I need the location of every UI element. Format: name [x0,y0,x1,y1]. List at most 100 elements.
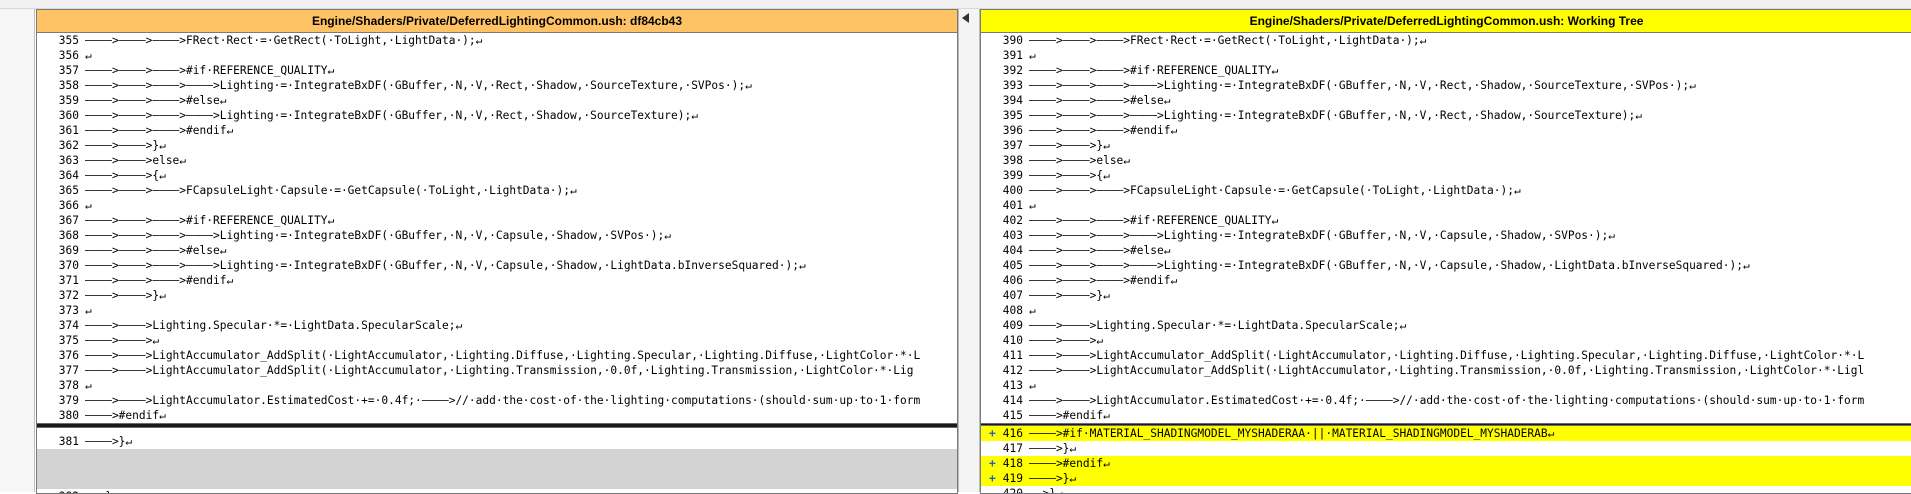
code-line[interactable]: 377 ————>————>LightAccumulator_AddSplit(·… [37,363,957,378]
code-line[interactable]: 373 ↵ [37,303,957,318]
code-line[interactable]: 400 ————>————>————>FCapsuleLight·Capsule·… [981,183,1911,198]
code-line[interactable]: 359 ————>————>————>#else↵ [37,93,957,108]
code-line[interactable]: 360 ————>————>————>————>Lighting·=·Integr… [37,108,957,123]
line-number-cell: 411 [981,348,1029,363]
code-text: ————>————>}↵ [1029,139,1110,152]
code-line[interactable]: 380 ————>#endif↵ [37,408,957,423]
code-text: ————>#endif↵ [1029,409,1110,422]
code-text: ————>#endif↵ [1029,457,1110,470]
code-line[interactable]: 391 ↵ [981,48,1911,63]
line-number-cell: 408 [981,303,1029,318]
line-number-cell: 360 [37,108,85,123]
code-line[interactable]: 405 ————>————>————>————>Lighting·=·Integr… [981,258,1911,273]
line-number: 396 [1002,124,1023,137]
center-scroll-strip[interactable] [958,9,980,492]
code-text: ————>————>————>————>Lighting·=·Integrate… [85,229,671,242]
code-line[interactable]: 363 ————>————>else↵ [37,153,957,168]
code-line[interactable]: 398 ————>————>else↵ [981,153,1911,168]
chevron-left-icon[interactable] [962,13,969,23]
line-number: 405 [1002,259,1023,272]
code-text: ————>————>{↵ [1029,169,1110,182]
line-number: 377 [58,364,79,377]
code-line[interactable]: 365 ————>————>————>FCapsuleLight·Capsule·… [37,183,957,198]
code-line[interactable]: 402 ————>————>————>#if·REFERENCE_QUALITY↵ [981,213,1911,228]
code-line[interactable]: 374 ————>————>Lighting.Specular·*=·LightD… [37,318,957,333]
code-line[interactable]: 396 ————>————>————>#endif↵ [981,123,1911,138]
code-line[interactable]: 409 ————>————>Lighting.Specular·*=·LightD… [981,318,1911,333]
line-number-cell: 403 [981,228,1029,243]
code-line[interactable]: 410 ————>————>↵ [981,333,1911,348]
code-line[interactable]: 358 ————>————>————>————>Lighting·=·Integr… [37,78,957,93]
code-line[interactable]: 390 ————>————>————>FRect·Rect·=·GetRect(·… [981,33,1911,48]
line-number-cell: 415 [981,408,1029,423]
code-line[interactable]: +418 ————>#endif↵ [981,456,1911,471]
code-line[interactable]: 403 ————>————>————>————>Lighting·=·Integr… [981,228,1911,243]
line-number: 417 [1002,442,1023,455]
code-text: ————>————>————>#if·REFERENCE_QUALITY↵ [1029,64,1279,77]
code-line[interactable]: 404 ————>————>————>#else↵ [981,243,1911,258]
code-line[interactable]: 366 ↵ [37,198,957,213]
code-text: ————>————>{↵ [85,169,166,182]
code-line[interactable]: +416 ————>#if·MATERIAL_SHADINGMODEL_MYSHA… [981,426,1911,441]
code-line[interactable]: 370 ————>————>————>————>Lighting·=·Integr… [37,258,957,273]
code-text: ————>————>LightAccumulator_AddSplit(·Lig… [85,349,921,362]
code-text: ————>————>LightAccumulator_AddSplit(·Lig… [85,364,914,377]
code-line[interactable]: 413 ↵ [981,378,1911,393]
code-line[interactable]: 401 ↵ [981,198,1911,213]
code-line[interactable]: 397 ————>————>}↵ [981,138,1911,153]
code-line[interactable]: 362 ————>————>}↵ [37,138,957,153]
code-line[interactable]: 414 ————>————>LightAccumulator.EstimatedC… [981,393,1911,408]
code-line[interactable]: 378 ↵ [37,378,957,393]
code-line[interactable]: 399 ————>————>{↵ [981,168,1911,183]
code-line[interactable]: 371 ————>————>————>#endif↵ [37,273,957,288]
code-line[interactable]: 393 ————>————>————>————>Lighting·=·Integr… [981,78,1911,93]
code-text: ————>————>LightAccumulator_AddSplit(·Lig… [1029,364,1865,377]
line-number: 399 [1002,169,1023,182]
left-margin-strip [0,9,35,492]
code-line[interactable]: 368 ————>————>————>————>Lighting·=·Integr… [37,228,957,243]
line-number-cell: 391 [981,48,1029,63]
code-line[interactable]: 372 ————>————>}↵ [37,288,957,303]
code-line[interactable]: 376 ————>————>LightAccumulator_AddSplit(·… [37,348,957,363]
line-number: 411 [1002,349,1023,362]
code-text: ————>————>————>#else↵ [1029,94,1171,107]
code-line[interactable]: 381 ————>}↵ [37,434,957,449]
line-number-cell: 397 [981,138,1029,153]
code-line[interactable]: 355 ————>————>————>FRect·Rect·=·GetRect(·… [37,33,957,48]
code-line[interactable]: +419 ————>}↵ [981,471,1911,486]
window-top-strip [0,0,1911,9]
right-diff-pane[interactable]: Engine/Shaders/Private/DeferredLightingC… [980,9,1911,494]
code-line[interactable]: 379 ————>————>LightAccumulator.EstimatedC… [37,393,957,408]
left-code-body[interactable]: 355 ————>————>————>FRect·Rect·=·GetRect(·… [37,33,957,493]
code-text: ————>————>————>#endif↵ [1029,274,1178,287]
line-number: 372 [58,289,79,302]
code-line[interactable]: 356 ↵ [37,48,957,63]
line-number: 381 [58,435,79,448]
code-line[interactable]: 415 ————>#endif↵ [981,408,1911,423]
line-number-cell: 377 [37,363,85,378]
code-line[interactable]: 420 ——>}↵ [981,486,1911,493]
code-line[interactable]: 367 ————>————>————>#if·REFERENCE_QUALITY↵ [37,213,957,228]
code-line[interactable]: 361 ————>————>————>#endif↵ [37,123,957,138]
code-text: ————>————>————>FCapsuleLight·Capsule·=·G… [85,184,577,197]
code-line[interactable]: 411 ————>————>LightAccumulator_AddSplit(·… [981,348,1911,363]
code-line[interactable]: 369 ————>————>————>#else↵ [37,243,957,258]
line-number: 373 [58,304,79,317]
plus-icon: + [989,427,996,440]
code-line[interactable]: 364 ————>————>{↵ [37,168,957,183]
code-line[interactable]: 357 ————>————>————>#if·REFERENCE_QUALITY↵ [37,63,957,78]
line-number: 414 [1002,394,1023,407]
code-line[interactable]: 395 ————>————>————>————>Lighting·=·Integr… [981,108,1911,123]
line-number: 380 [58,409,79,422]
code-line[interactable]: 392 ————>————>————>#if·REFERENCE_QUALITY↵ [981,63,1911,78]
code-line[interactable]: 375 ————>————>↵ [37,333,957,348]
code-line[interactable]: 412 ————>————>LightAccumulator_AddSplit(·… [981,363,1911,378]
code-line[interactable]: 406 ————>————>————>#endif↵ [981,273,1911,288]
line-number: 408 [1002,304,1023,317]
code-line[interactable]: 408 ↵ [981,303,1911,318]
right-code-body[interactable]: 390 ————>————>————>FRect·Rect·=·GetRect(·… [981,33,1911,493]
code-line[interactable]: 417 ————>}↵ [981,441,1911,456]
code-line[interactable]: 394 ————>————>————>#else↵ [981,93,1911,108]
code-line[interactable]: 407 ————>————>}↵ [981,288,1911,303]
left-diff-pane[interactable]: Engine/Shaders/Private/DeferredLightingC… [36,9,958,494]
